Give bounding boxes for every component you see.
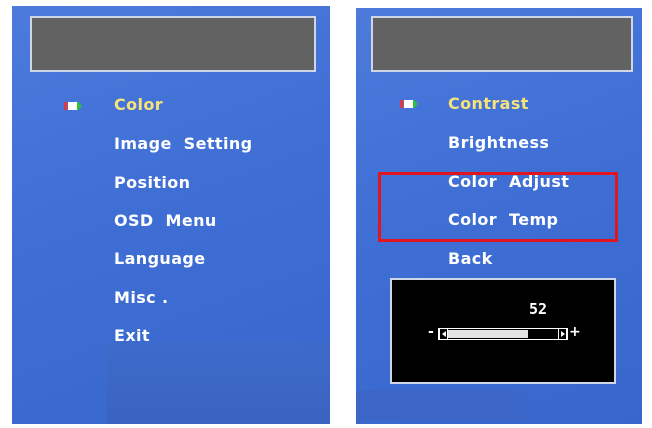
osd-header-display — [371, 16, 633, 72]
slider-right-arrow-icon[interactable] — [558, 328, 567, 340]
osd-shadow-area — [356, 390, 526, 422]
menu-item-misc[interactable]: Misc . — [114, 288, 168, 307]
menu-item-image-setting[interactable]: Image Setting — [114, 134, 252, 153]
submenu-item-contrast[interactable]: Contrast — [448, 94, 529, 113]
submenu-item-brightness[interactable]: Brightness — [448, 133, 549, 152]
selection-arrow-icon — [64, 101, 82, 111]
menu-item-color[interactable]: Color — [114, 95, 163, 114]
slider-minus-icon[interactable]: - — [428, 324, 434, 340]
osd-shadow-area — [107, 342, 330, 424]
slider-left-arrow-icon[interactable] — [439, 328, 448, 340]
menu-item-exit[interactable]: Exit — [114, 326, 150, 345]
selection-arrow-icon — [400, 99, 418, 109]
menu-item-position[interactable]: Position — [114, 173, 190, 192]
slider-plus-icon[interactable]: + — [569, 324, 581, 340]
contrast-slider-box: 52 - + — [390, 278, 616, 384]
osd-header-display — [30, 16, 316, 72]
slider-fill — [448, 330, 528, 338]
submenu-item-back[interactable]: Back — [448, 249, 493, 268]
contrast-slider[interactable] — [438, 328, 568, 340]
highlight-annotation-box — [378, 172, 618, 242]
osd-main-menu-panel: Color Image Setting Position OSD Menu La… — [12, 6, 330, 424]
menu-item-language[interactable]: Language — [114, 249, 206, 268]
menu-item-osd-menu[interactable]: OSD Menu — [114, 211, 217, 230]
slider-value: 52 — [528, 300, 548, 318]
